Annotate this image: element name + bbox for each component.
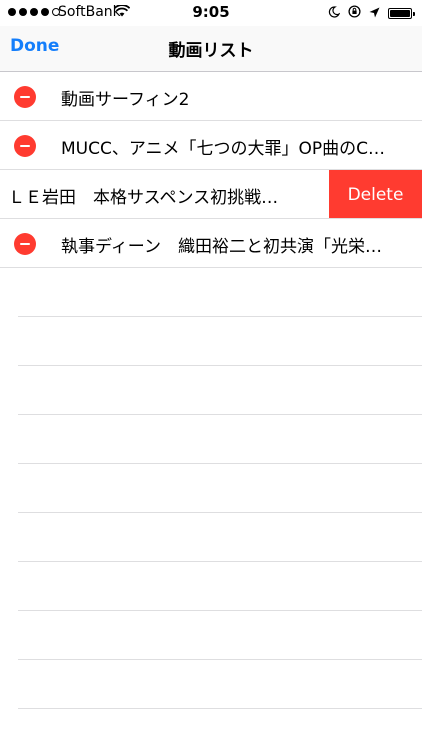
battery-fill [390, 10, 410, 17]
empty-row [18, 562, 422, 611]
rotation-lock-icon [348, 5, 361, 22]
empty-row [18, 660, 422, 709]
list-item[interactable]: ＬＥ岩田 本格サスペンス初挑戦… Delete [0, 170, 422, 219]
video-list: 動画サーフィン2 MUCC、アニメ「七つの大罪」OP曲のC… ＬＥ岩田 本格サス… [0, 72, 422, 709]
list-item[interactable]: 動画サーフィン2 [0, 72, 422, 121]
minus-icon [20, 243, 30, 245]
delete-toggle-button[interactable] [14, 135, 36, 157]
empty-row [18, 513, 422, 562]
battery-icon [388, 8, 415, 19]
empty-row [18, 464, 422, 513]
list-item[interactable]: MUCC、アニメ「七つの大罪」OP曲のC… [0, 121, 422, 170]
status-icons [328, 5, 415, 22]
list-item-label: 執事ディーン 織田裕二と初共演「光栄… [61, 237, 382, 257]
empty-row [18, 366, 422, 415]
minus-icon [20, 145, 30, 147]
list-item-label: ＬＥ岩田 本格サスペンス初挑戦… [8, 188, 279, 208]
delete-toggle-button[interactable] [14, 86, 36, 108]
list-item-label: MUCC、アニメ「七つの大罪」OP曲のC… [61, 139, 386, 159]
status-bar: SoftBank 9:05 [0, 0, 422, 26]
battery-tip [413, 12, 415, 16]
delete-button[interactable]: Delete [329, 170, 422, 218]
empty-row [18, 415, 422, 464]
page-title: 動画リスト [168, 41, 254, 61]
moon-icon [328, 5, 341, 22]
list-item-label: 動画サーフィン2 [61, 90, 190, 110]
navigation-bar: Done 動画リスト [0, 26, 422, 72]
location-arrow-icon [369, 6, 380, 22]
empty-row [18, 317, 422, 366]
empty-row [18, 611, 422, 660]
minus-icon [20, 96, 30, 98]
list-item[interactable]: 執事ディーン 織田裕二と初共演「光栄… [0, 219, 422, 268]
empty-row [18, 268, 422, 317]
delete-toggle-button[interactable] [14, 233, 36, 255]
